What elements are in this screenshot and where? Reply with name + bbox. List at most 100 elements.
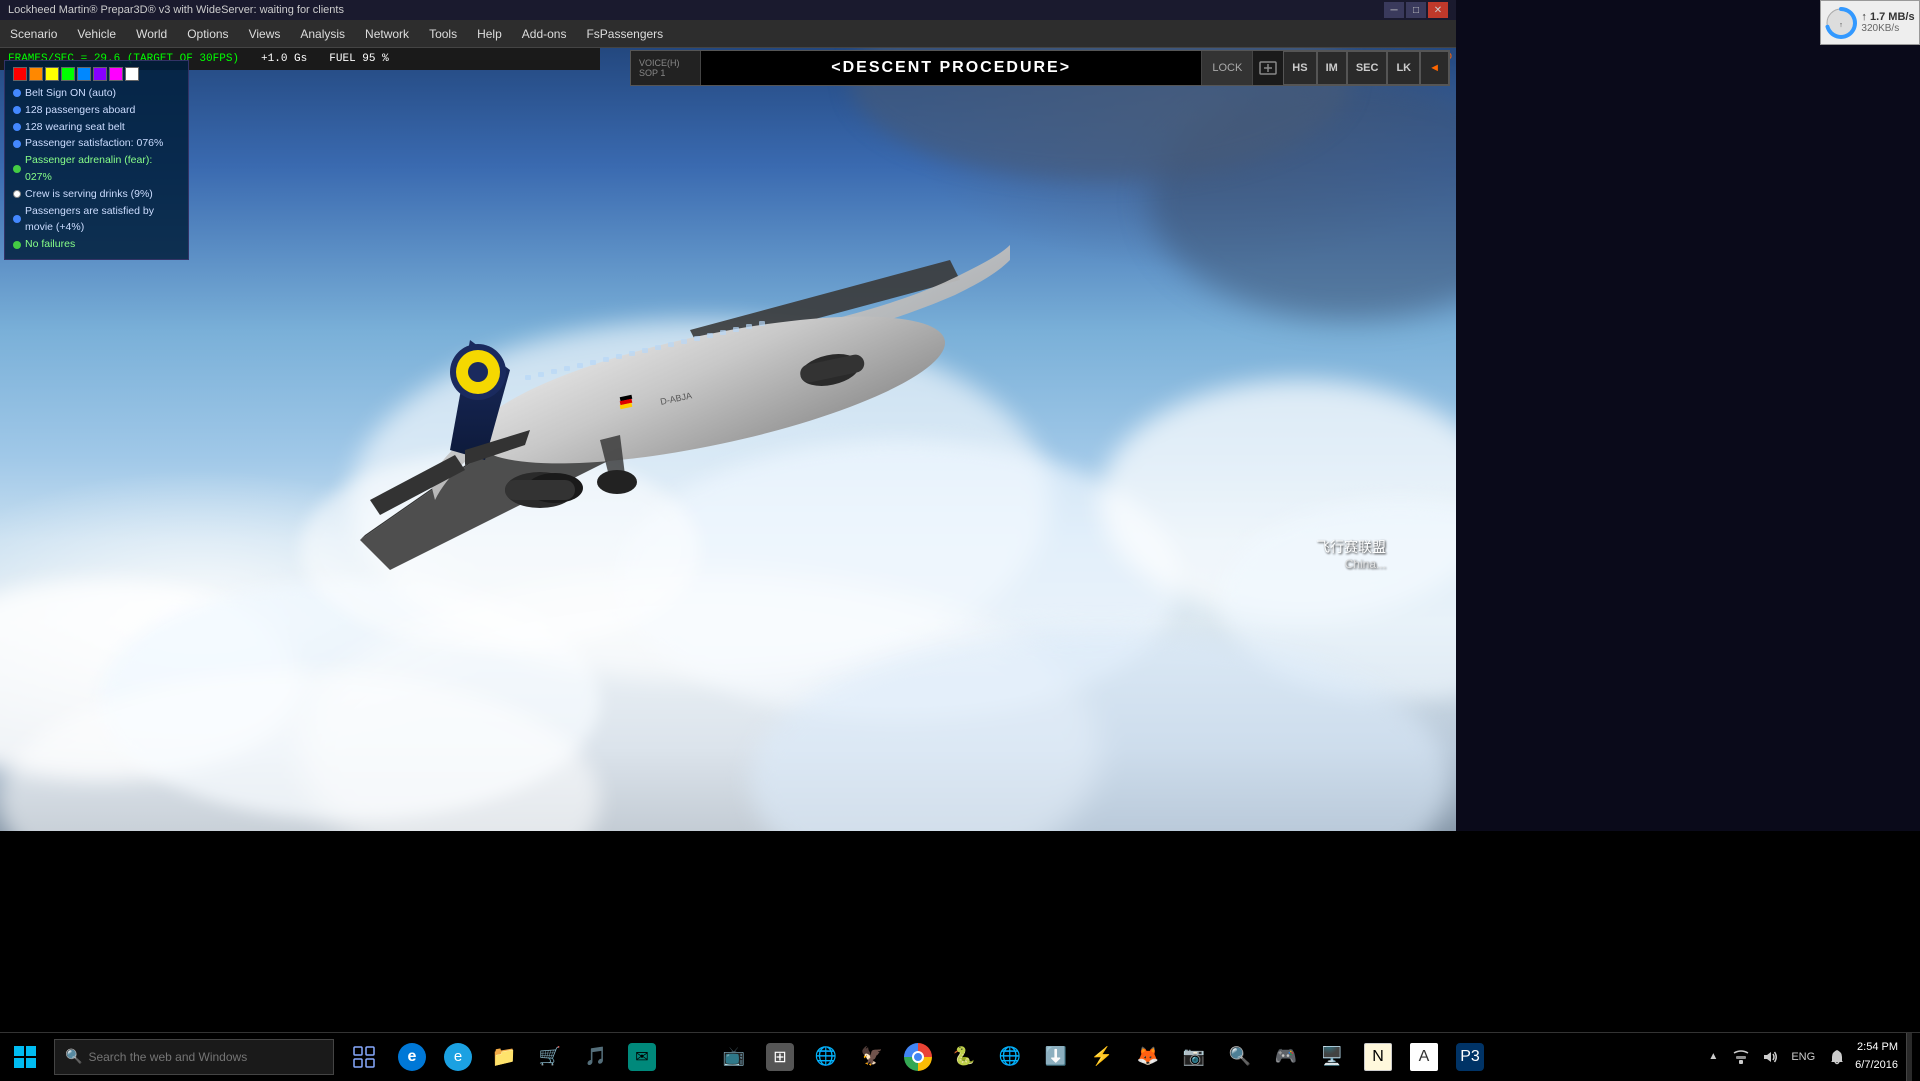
info-text-3: 128 wearing seat belt — [25, 119, 125, 136]
titlebar: Lockheed Martin® Prepar3D® v3 with WideS… — [0, 0, 1456, 20]
taskbar-python[interactable]: 🐍 — [942, 1033, 986, 1081]
taskbar-app7[interactable]: 🗺 — [666, 1033, 710, 1081]
menu-fspassengers[interactable]: FsPassengers — [576, 23, 673, 45]
info-dot-2 — [13, 106, 21, 114]
menu-world[interactable]: World — [126, 23, 177, 45]
menu-tools[interactable]: Tools — [419, 23, 467, 45]
taskbar-app21[interactable]: 🖥️ — [1310, 1033, 1354, 1081]
menu-addons[interactable]: Add-ons — [512, 23, 577, 45]
info-line-movie: Passengers are satisfied by movie (+4%) — [13, 203, 180, 237]
clock-date: 6/7/2016 — [1855, 1057, 1898, 1075]
taskbar-notepad-icon[interactable]: N — [1356, 1033, 1400, 1081]
atc-sec-button[interactable]: SEC — [1347, 51, 1388, 85]
color-purple[interactable] — [93, 67, 107, 81]
color-white[interactable] — [125, 67, 139, 81]
second-monitor — [1456, 0, 1920, 831]
taskbar-app8[interactable]: 📺 — [712, 1033, 756, 1081]
info-text-6: Crew is serving drinks (9%) — [25, 186, 153, 203]
taskbar-firefox[interactable]: 🦊 — [1126, 1033, 1170, 1081]
network-gauge: ↑ — [1825, 7, 1857, 39]
info-dot-3 — [13, 123, 21, 131]
language-text: ENG — [1791, 1051, 1815, 1063]
menu-views[interactable]: Views — [239, 23, 291, 45]
clock-time: 2:54 PM — [1857, 1039, 1898, 1057]
start-button[interactable] — [0, 1033, 50, 1081]
show-desktop-button[interactable] — [1906, 1033, 1912, 1081]
atc-hs-button[interactable]: HS — [1283, 51, 1316, 85]
color-pink[interactable] — [109, 67, 123, 81]
info-line-passengers: 128 passengers aboard — [13, 102, 180, 119]
color-blue[interactable] — [77, 67, 91, 81]
taskbar-clock[interactable]: 2:54 PM 6/7/2016 — [1855, 1039, 1898, 1074]
taskbar-prepar3d[interactable]: P3 — [1448, 1033, 1492, 1081]
atc-prev-button[interactable]: ◄ — [1420, 51, 1449, 85]
taskbar-ie-icon[interactable]: e — [436, 1033, 480, 1081]
tray-notification-icon[interactable] — [1827, 1047, 1847, 1067]
info-panel: Belt Sign ON (auto) 128 passengers aboar… — [4, 60, 189, 260]
atc-lk-button[interactable]: LK — [1387, 51, 1420, 85]
maximize-button[interactable]: □ — [1406, 2, 1426, 18]
taskbar-app14[interactable]: 🌐 — [988, 1033, 1032, 1081]
taskbar-app23[interactable]: A — [1402, 1033, 1446, 1081]
network-label-text: 320KB/s — [1861, 23, 1914, 34]
close-button[interactable]: ✕ — [1428, 2, 1448, 18]
menu-network[interactable]: Network — [355, 23, 419, 45]
taskbar-edge-icon[interactable]: e — [390, 1033, 434, 1081]
taskbar-app5[interactable]: 🎵 — [574, 1033, 618, 1081]
info-text-1: Belt Sign ON (auto) — [25, 85, 116, 102]
tray-volume-icon[interactable] — [1759, 1047, 1779, 1067]
tray-network-icon[interactable] — [1731, 1047, 1751, 1067]
tray-language-indicator[interactable]: ENG — [1787, 1047, 1819, 1067]
search-input[interactable] — [88, 1050, 323, 1064]
watermark-line2: China... — [1316, 557, 1386, 571]
info-line-crew: Crew is serving drinks (9%) — [13, 186, 180, 203]
menu-options[interactable]: Options — [177, 23, 238, 45]
taskbar-calc-icon[interactable]: ⊞ — [758, 1033, 802, 1081]
taskbar-store-icon[interactable]: 🛒 — [528, 1033, 572, 1081]
airplane-graphic: D-ABJA — [310, 60, 1010, 660]
info-line-satisfaction: Passenger satisfaction: 076% — [13, 135, 180, 152]
color-orange[interactable] — [29, 67, 43, 81]
info-text-7: Passengers are satisfied by movie (+4%) — [25, 203, 180, 237]
taskbar-app10[interactable]: 🌐 — [804, 1033, 848, 1081]
menu-scenario[interactable]: Scenario — [0, 23, 67, 45]
menu-help[interactable]: Help — [467, 23, 512, 45]
atc-icon-button[interactable] — [1253, 51, 1283, 85]
color-yellow[interactable] — [45, 67, 59, 81]
search-box[interactable]: 🔍 — [54, 1039, 334, 1075]
taskbar-app6[interactable]: ✉ — [620, 1033, 664, 1081]
atc-bar: VOICE(H) SOP 1 <DESCENT PROCEDURE> LOCK … — [630, 50, 1450, 86]
taskbar: 🔍 e e 📁 🛒 🎵 ✉ 🗺 📺 ⊞ — [0, 1032, 1920, 1080]
info-text-4: Passenger satisfaction: 076% — [25, 135, 163, 152]
task-view-button[interactable] — [342, 1033, 386, 1081]
info-text-5: Passenger adrenalin (fear): 027% — [25, 152, 180, 186]
titlebar-controls: ─ □ ✕ — [1384, 2, 1448, 18]
watermark: 飞行赛联盟 China... — [1316, 537, 1386, 571]
info-dot-1 — [13, 89, 21, 97]
info-line-seatbelt: 128 wearing seat belt — [13, 119, 180, 136]
search-icon: 🔍 — [65, 1048, 82, 1065]
atc-lock-button[interactable]: LOCK — [1201, 51, 1252, 85]
info-dot-8 — [13, 241, 21, 249]
menu-analysis[interactable]: Analysis — [290, 23, 355, 45]
watermark-line1: 飞行赛联盟 — [1316, 537, 1386, 557]
atc-im-button[interactable]: IM — [1317, 51, 1347, 85]
taskbar-app11[interactable]: 🦅 — [850, 1033, 894, 1081]
taskbar-app18[interactable]: 📷 — [1172, 1033, 1216, 1081]
color-red[interactable] — [13, 67, 27, 81]
minimize-button[interactable]: ─ — [1384, 2, 1404, 18]
taskbar-chrome[interactable] — [896, 1033, 940, 1081]
taskbar-app16[interactable]: ⚡ — [1080, 1033, 1124, 1081]
taskbar-apps: e e 📁 🛒 🎵 ✉ 🗺 📺 ⊞ 🌐 🦅 🐍 🌐 ⬇️ ⚡ 🦊 — [390, 1033, 1492, 1081]
voice-label: VOICE(H) — [639, 58, 692, 68]
tray-overflow-button[interactable]: ▲ — [1703, 1047, 1723, 1067]
taskbar-app20[interactable]: 🎮 — [1264, 1033, 1308, 1081]
menu-vehicle[interactable]: Vehicle — [67, 23, 126, 45]
info-line-beltsign: Belt Sign ON (auto) — [13, 85, 180, 102]
info-dot-5 — [13, 165, 21, 173]
taskbar-app15[interactable]: ⬇️ — [1034, 1033, 1078, 1081]
taskbar-explorer-icon[interactable]: 📁 — [482, 1033, 526, 1081]
color-green[interactable] — [61, 67, 75, 81]
svg-text:↑: ↑ — [1840, 22, 1844, 29]
taskbar-app19[interactable]: 🔍 — [1218, 1033, 1262, 1081]
